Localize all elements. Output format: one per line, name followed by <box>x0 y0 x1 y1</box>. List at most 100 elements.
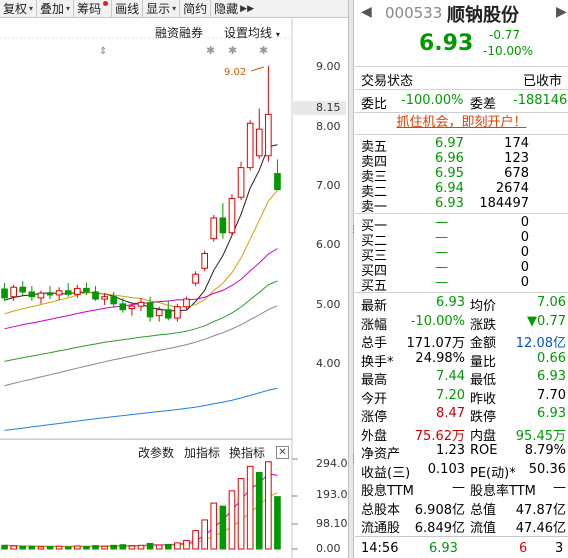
notification-dot-icon <box>103 1 109 6</box>
add-indicator-button[interactable]: 加指标 <box>184 444 220 461</box>
stat-label: 净资产 <box>361 447 401 462</box>
toolbar-draw-button[interactable]: 画线 <box>112 0 144 18</box>
stat-value: 8.79% <box>524 443 566 458</box>
stat-label: 流值 <box>470 521 497 536</box>
event-star-icon[interactable]: ✱ <box>206 44 215 57</box>
candle-body <box>10 286 17 298</box>
volume-bar <box>174 542 181 550</box>
volume-ma-lines <box>4 473 278 548</box>
volume-bar <box>19 546 27 550</box>
volume-bar <box>128 545 136 550</box>
candlestick <box>219 203 227 239</box>
candle-body <box>255 128 263 157</box>
candle-body <box>201 252 208 269</box>
divider <box>355 134 568 135</box>
stat-label: 跌停 <box>470 410 497 425</box>
chevron-down-icon: ▾ <box>29 4 34 13</box>
open-account-link[interactable]: 抓住机会，即刻开户！ <box>355 112 568 134</box>
volume-axis-tick: 0.00 <box>316 542 341 555</box>
chart-toolbar: 复权 ▾ 叠加 ▾ 筹码 画线 显示 ▾ 简约 隐藏 ▶▶ <box>0 0 348 18</box>
event-star-icon[interactable]: ✱ <box>228 44 237 57</box>
candlestick <box>110 291 118 307</box>
stat-label: 总股本 <box>361 503 401 518</box>
stat-value: 7.20 <box>436 388 465 403</box>
price-axis-tick: 4.00 <box>316 357 341 370</box>
candlestick <box>192 271 199 287</box>
candle-body <box>101 296 108 300</box>
stat-value: 95.45万 <box>515 429 566 444</box>
stat-value: 50.36 <box>528 462 566 477</box>
chevron-down-icon: ▾ <box>172 4 177 13</box>
buy-level-volume: 0 <box>520 215 529 230</box>
candle-body <box>74 287 81 295</box>
volume-bar <box>210 502 218 550</box>
candlestick <box>174 303 181 322</box>
event-star-icon[interactable]: ✱ <box>259 44 268 57</box>
volume-ma10-line <box>4 492 278 547</box>
set-ma-label: 设置均线 <box>224 26 273 40</box>
event-marker-icon[interactable]: ⇕ <box>99 46 107 57</box>
moving-average-lines <box>4 144 278 431</box>
stat-value: 7.44 <box>436 369 465 384</box>
high-price-marker: 9.02 <box>224 67 246 78</box>
set-ma-button[interactable]: 设置均线 ▾ <box>224 24 280 41</box>
trade-status-value: 已收市 <box>523 74 563 89</box>
panel-splitter[interactable]: ⋮ ⋮ <box>348 0 358 558</box>
last-trade-count: 3 <box>555 541 564 556</box>
stock-name: 顺钠股份 <box>447 5 519 26</box>
close-indicator-icon[interactable]: ✕ <box>276 446 289 459</box>
next-stock-icon[interactable]: ▶ <box>556 4 567 20</box>
volume-bar <box>164 543 172 550</box>
candlestick <box>37 290 45 304</box>
price-axis-tick: 5.00 <box>316 298 341 311</box>
candlestick <box>19 281 27 296</box>
stat-value: 6.93 <box>537 406 566 421</box>
candle-body <box>1 288 8 299</box>
kline-chart-svg[interactable]: ⇕ ✱ ✱ ✱ 9.02 <box>0 18 348 558</box>
toolbar-simple-button[interactable]: 简约 <box>180 0 212 18</box>
volume-ma5-line <box>4 473 278 548</box>
volume-axis-tick: 98.10 <box>316 517 348 530</box>
volume-bar <box>101 545 108 550</box>
toolbar-overlay-button[interactable]: 叠加 ▾ <box>37 0 75 18</box>
switch-indicator-button[interactable]: 换指标 <box>229 444 265 461</box>
divider <box>355 213 568 214</box>
stat-value: 7.70 <box>537 388 566 403</box>
order-ratio-value: -100.00% <box>401 93 464 108</box>
stat-value: 1.23 <box>436 443 465 458</box>
modify-params-button[interactable]: 改参数 <box>138 444 174 461</box>
stat-value: — <box>553 480 566 495</box>
candle-body <box>64 290 72 295</box>
last-trade-time: 14:56 <box>361 541 399 556</box>
toolbar-fuquan-button[interactable]: 复权 ▾ <box>0 0 38 18</box>
price-axis-tick: 9.00 <box>316 60 341 73</box>
previous-stock-icon[interactable]: ◀ <box>361 4 372 20</box>
quote-header: ◀ 000533 顺钠股份 ▶ 6.93 -0.77 -10.00% <box>355 0 568 66</box>
stat-label: 涨停 <box>361 410 388 425</box>
toolbar-hide-button[interactable]: 隐藏 ▶▶ <box>211 0 257 18</box>
candlestick <box>1 283 8 301</box>
ma120-line <box>4 387 278 431</box>
stat-label: 金额 <box>470 336 497 351</box>
margin-trading-button[interactable]: 融资融券 <box>155 24 203 41</box>
chevron-down-icon: ▾ <box>66 4 71 13</box>
divider <box>355 292 568 293</box>
candlestick <box>265 65 272 162</box>
ma60-line <box>4 305 278 387</box>
candle-body <box>265 113 272 157</box>
toolbar-display-button[interactable]: 显示 ▾ <box>143 0 181 18</box>
volume-bar <box>74 545 81 550</box>
volume-bar <box>246 465 254 550</box>
volume-bar <box>28 545 36 550</box>
volume-bar <box>55 545 63 550</box>
candle-body <box>228 197 236 234</box>
toolbar-chips-button[interactable]: 筹码 <box>74 0 113 18</box>
candle-body <box>46 292 54 296</box>
double-chevron-right-icon[interactable]: ▶▶ <box>240 4 254 14</box>
sell-level-price: 6.97 <box>435 136 464 151</box>
candlestick <box>137 297 145 311</box>
kline-chart-area[interactable]: ⇕ ✱ ✱ ✱ 9.02 融资融券 设置均线 ▾ 9.00 8.15 8.00 … <box>0 18 355 558</box>
buy-level-volume: 0 <box>520 260 529 275</box>
candle-body <box>183 298 190 308</box>
stat-value: 0.103 <box>427 462 465 477</box>
